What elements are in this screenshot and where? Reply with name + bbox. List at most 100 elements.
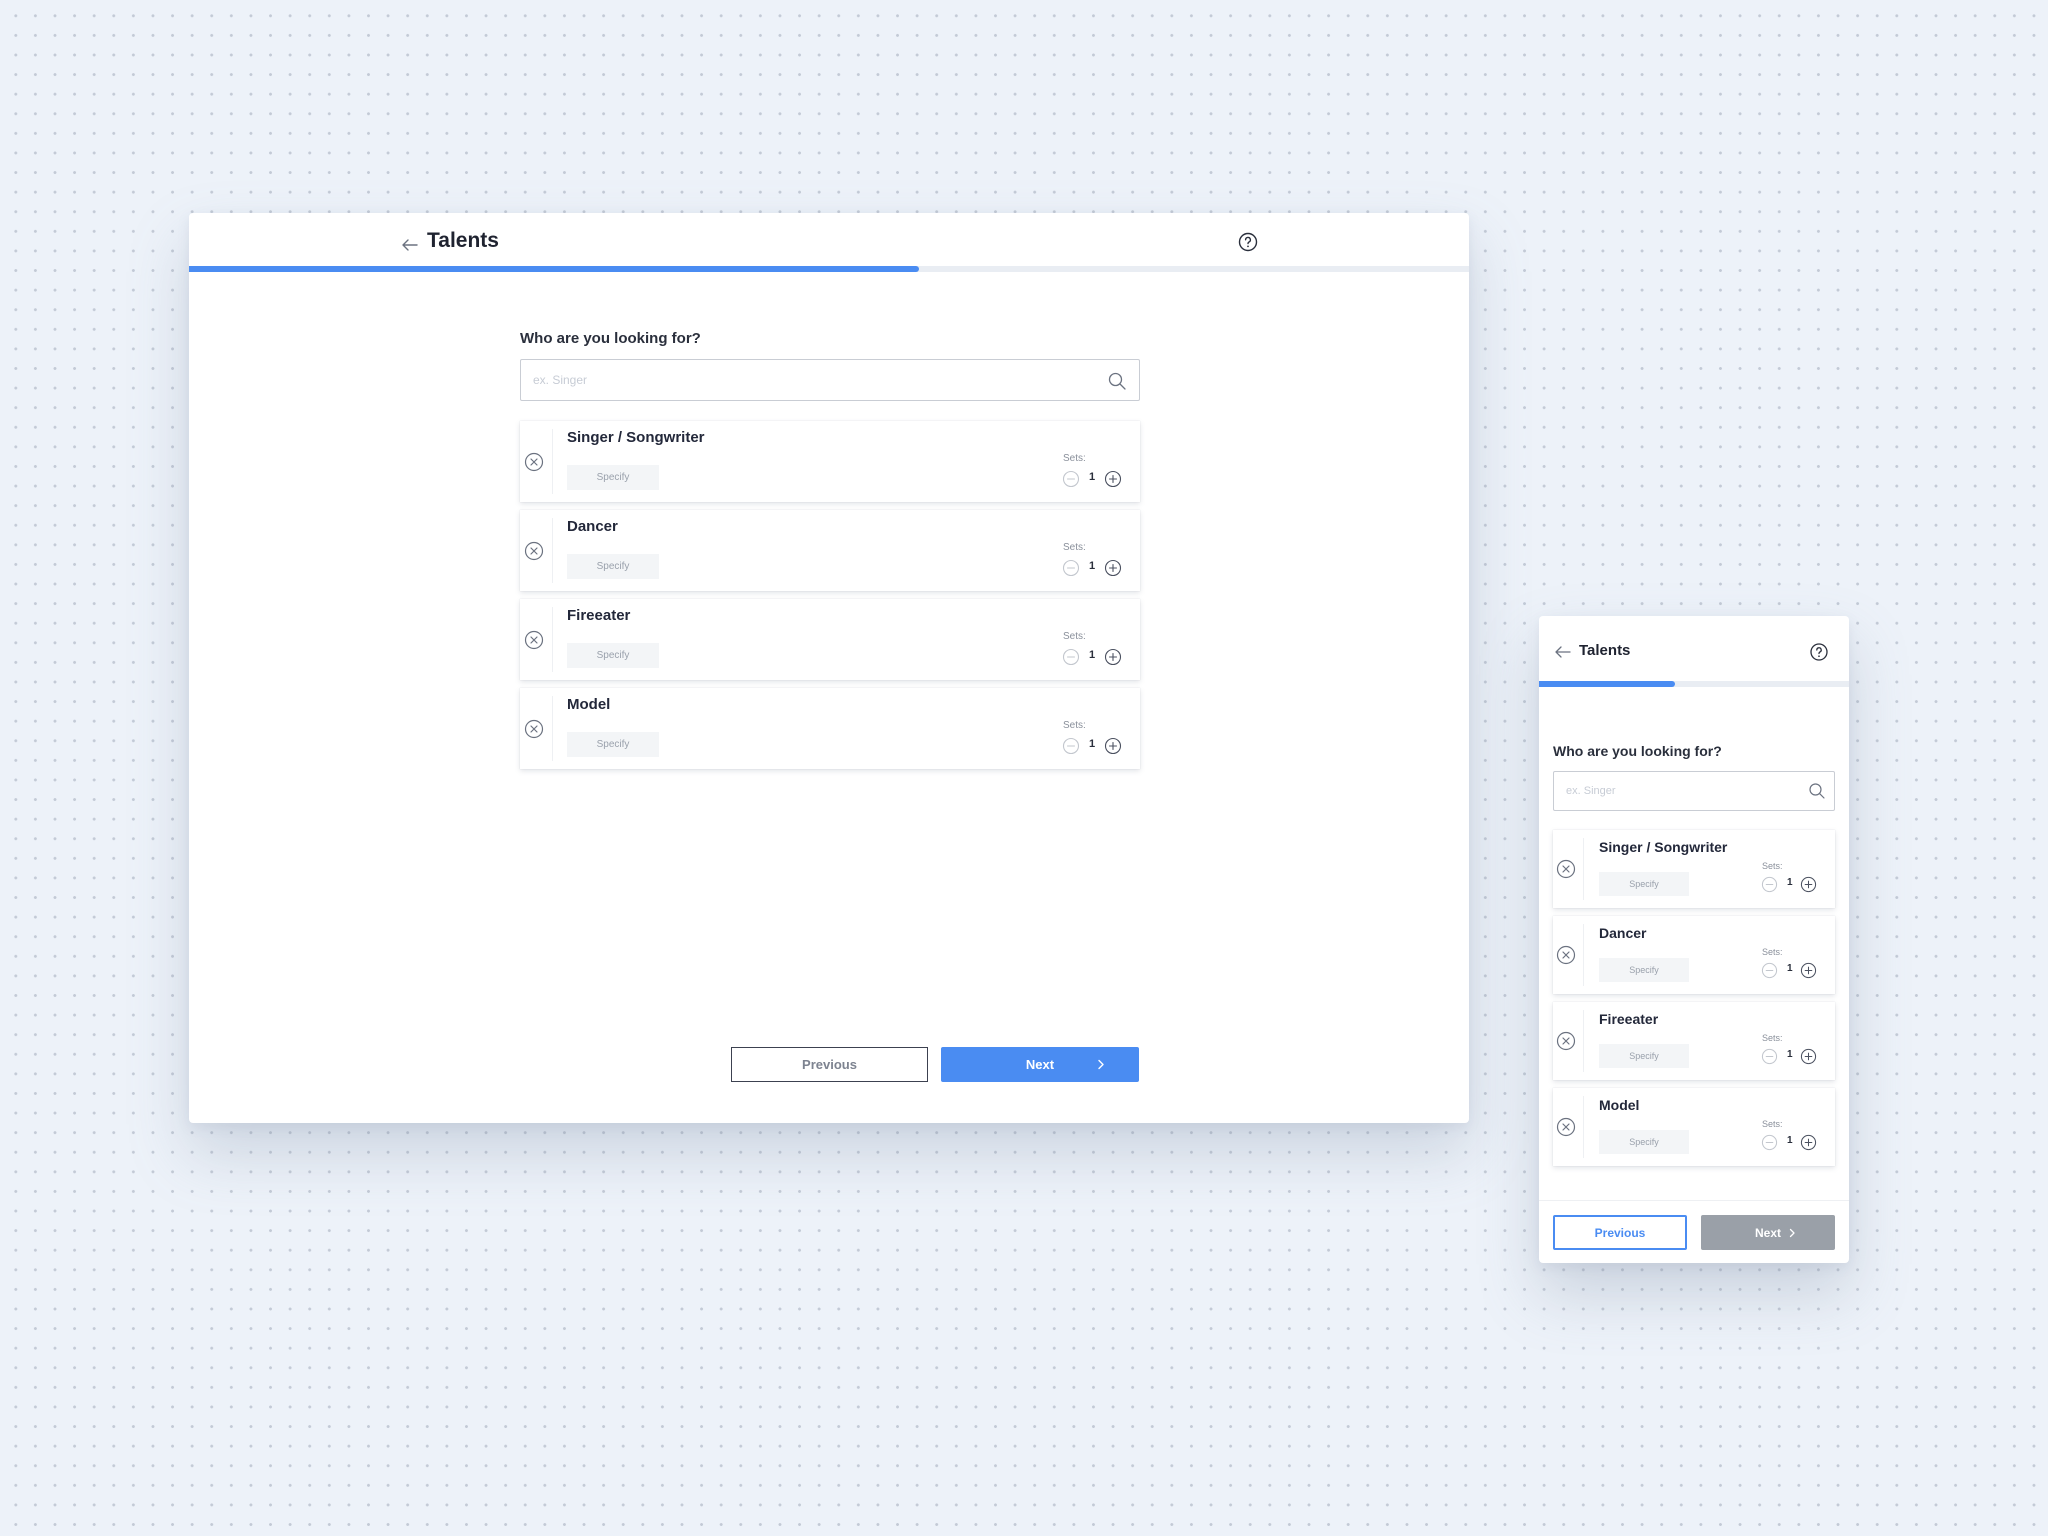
next-label: Next xyxy=(1754,1225,1781,1240)
talent-card: Dancer Specify Sets: 1 xyxy=(1553,916,1835,994)
specify-button[interactable]: Specify xyxy=(567,554,659,579)
chevron-right-icon xyxy=(1789,1228,1795,1238)
card-divider xyxy=(1583,838,1584,900)
help-circle-icon[interactable] xyxy=(1237,231,1259,253)
sets-count: 1 xyxy=(1787,1049,1793,1060)
plus-circle-icon[interactable] xyxy=(1104,559,1122,577)
sets-count: 1 xyxy=(1787,877,1793,888)
talent-card: Model Specify Sets: 1 xyxy=(520,688,1140,769)
sets-count: 1 xyxy=(1089,471,1096,483)
minus-circle-icon[interactable] xyxy=(1062,648,1080,666)
next-button[interactable]: Next xyxy=(1701,1215,1835,1250)
minus-circle-icon[interactable] xyxy=(1761,1048,1778,1065)
page-title: Talents xyxy=(1579,642,1631,659)
specify-button[interactable]: Specify xyxy=(1599,872,1689,896)
talent-card: Fireeater Specify Sets: 1 xyxy=(520,599,1140,680)
sets-label: Sets: xyxy=(1762,1119,1783,1129)
sets-count: 1 xyxy=(1089,649,1096,661)
specify-button[interactable]: Specify xyxy=(567,465,659,490)
specify-button[interactable]: Specify xyxy=(1599,958,1689,982)
plus-circle-icon[interactable] xyxy=(1104,470,1122,488)
plus-circle-icon[interactable] xyxy=(1800,962,1817,979)
talent-name: Dancer xyxy=(567,518,618,535)
specify-button[interactable]: Specify xyxy=(567,732,659,757)
minus-circle-icon[interactable] xyxy=(1761,962,1778,979)
arrow-left-icon[interactable] xyxy=(1553,642,1573,662)
plus-circle-icon[interactable] xyxy=(1104,648,1122,666)
question-label: Who are you looking for? xyxy=(520,330,701,347)
specify-button[interactable]: Specify xyxy=(1599,1130,1689,1154)
card-divider xyxy=(1583,1096,1584,1158)
talent-card: Dancer Specify Sets: 1 xyxy=(520,510,1140,591)
sets-count: 1 xyxy=(1089,738,1096,750)
sets-count: 1 xyxy=(1089,560,1096,572)
progress-fill xyxy=(189,266,919,272)
footer-divider xyxy=(1539,1200,1849,1201)
sets-label: Sets: xyxy=(1063,631,1086,642)
plus-circle-icon[interactable] xyxy=(1800,1134,1817,1151)
sets-label: Sets: xyxy=(1762,947,1783,957)
sets-label: Sets: xyxy=(1063,542,1086,553)
search-icon[interactable] xyxy=(1107,371,1127,391)
search-box xyxy=(520,359,1140,401)
next-label: Next xyxy=(1025,1057,1055,1072)
talent-name: Model xyxy=(567,696,611,713)
plus-circle-icon[interactable] xyxy=(1800,876,1817,893)
specify-button[interactable]: Specify xyxy=(1599,1044,1689,1068)
minus-circle-icon[interactable] xyxy=(1761,1134,1778,1151)
desktop-view: Talents Who are you looking for? Singer … xyxy=(189,213,1469,1123)
previous-button[interactable]: Previous xyxy=(1553,1215,1687,1250)
remove-circle-icon[interactable] xyxy=(524,541,544,561)
plus-circle-icon[interactable] xyxy=(1104,737,1122,755)
minus-circle-icon[interactable] xyxy=(1062,737,1080,755)
remove-circle-icon[interactable] xyxy=(1556,1031,1576,1051)
page-title: Talents xyxy=(427,229,499,252)
remove-circle-icon[interactable] xyxy=(524,630,544,650)
talent-name: Singer / Songwriter xyxy=(567,429,705,446)
mobile-view: Talents Who are you looking for? Singer … xyxy=(1539,616,1849,1263)
specify-button[interactable]: Specify xyxy=(567,643,659,668)
previous-label: Previous xyxy=(1594,1225,1646,1240)
search-input[interactable] xyxy=(1566,782,1796,800)
arrow-left-icon[interactable] xyxy=(399,233,421,255)
minus-circle-icon[interactable] xyxy=(1062,470,1080,488)
talent-name: Dancer xyxy=(1599,925,1647,941)
remove-circle-icon[interactable] xyxy=(524,719,544,739)
minus-circle-icon[interactable] xyxy=(1761,876,1778,893)
header: Talents xyxy=(189,213,1469,273)
card-divider xyxy=(552,696,553,761)
remove-circle-icon[interactable] xyxy=(1556,1117,1576,1137)
help-circle-icon[interactable] xyxy=(1809,642,1829,662)
search-input[interactable] xyxy=(533,370,1093,390)
question-label: Who are you looking for? xyxy=(1553,743,1722,759)
talent-card: Fireeater Specify Sets: 1 xyxy=(1553,1002,1835,1080)
talent-name: Singer / Songwriter xyxy=(1599,839,1728,855)
minus-circle-icon[interactable] xyxy=(1062,559,1080,577)
sets-label: Sets: xyxy=(1063,453,1086,464)
search-box xyxy=(1553,771,1835,811)
card-divider xyxy=(1583,1010,1584,1072)
sets-label: Sets: xyxy=(1063,720,1086,731)
talent-name: Fireeater xyxy=(567,607,631,624)
sets-label: Sets: xyxy=(1762,861,1783,871)
plus-circle-icon[interactable] xyxy=(1800,1048,1817,1065)
sets-label: Sets: xyxy=(1762,1033,1783,1043)
sets-count: 1 xyxy=(1787,963,1793,974)
card-divider xyxy=(552,518,553,583)
next-button[interactable]: Next xyxy=(941,1047,1139,1082)
remove-circle-icon[interactable] xyxy=(1556,945,1576,965)
search-icon[interactable] xyxy=(1808,782,1826,800)
progress-bar xyxy=(189,266,1469,272)
talent-name: Model xyxy=(1599,1097,1640,1113)
remove-circle-icon[interactable] xyxy=(1556,859,1576,879)
card-divider xyxy=(1583,924,1584,986)
talent-card: Model Specify Sets: 1 xyxy=(1553,1088,1835,1166)
talent-card: Singer / Songwriter Specify Sets: 1 xyxy=(520,421,1140,502)
sets-count: 1 xyxy=(1787,1135,1793,1146)
previous-label: Previous xyxy=(802,1057,857,1072)
talent-name: Fireeater xyxy=(1599,1011,1659,1027)
previous-button[interactable]: Previous xyxy=(731,1047,928,1082)
remove-circle-icon[interactable] xyxy=(524,452,544,472)
progress-fill xyxy=(1539,681,1676,687)
talent-list: Singer / Songwriter Specify Sets: 1 Danc… xyxy=(1553,830,1835,1174)
